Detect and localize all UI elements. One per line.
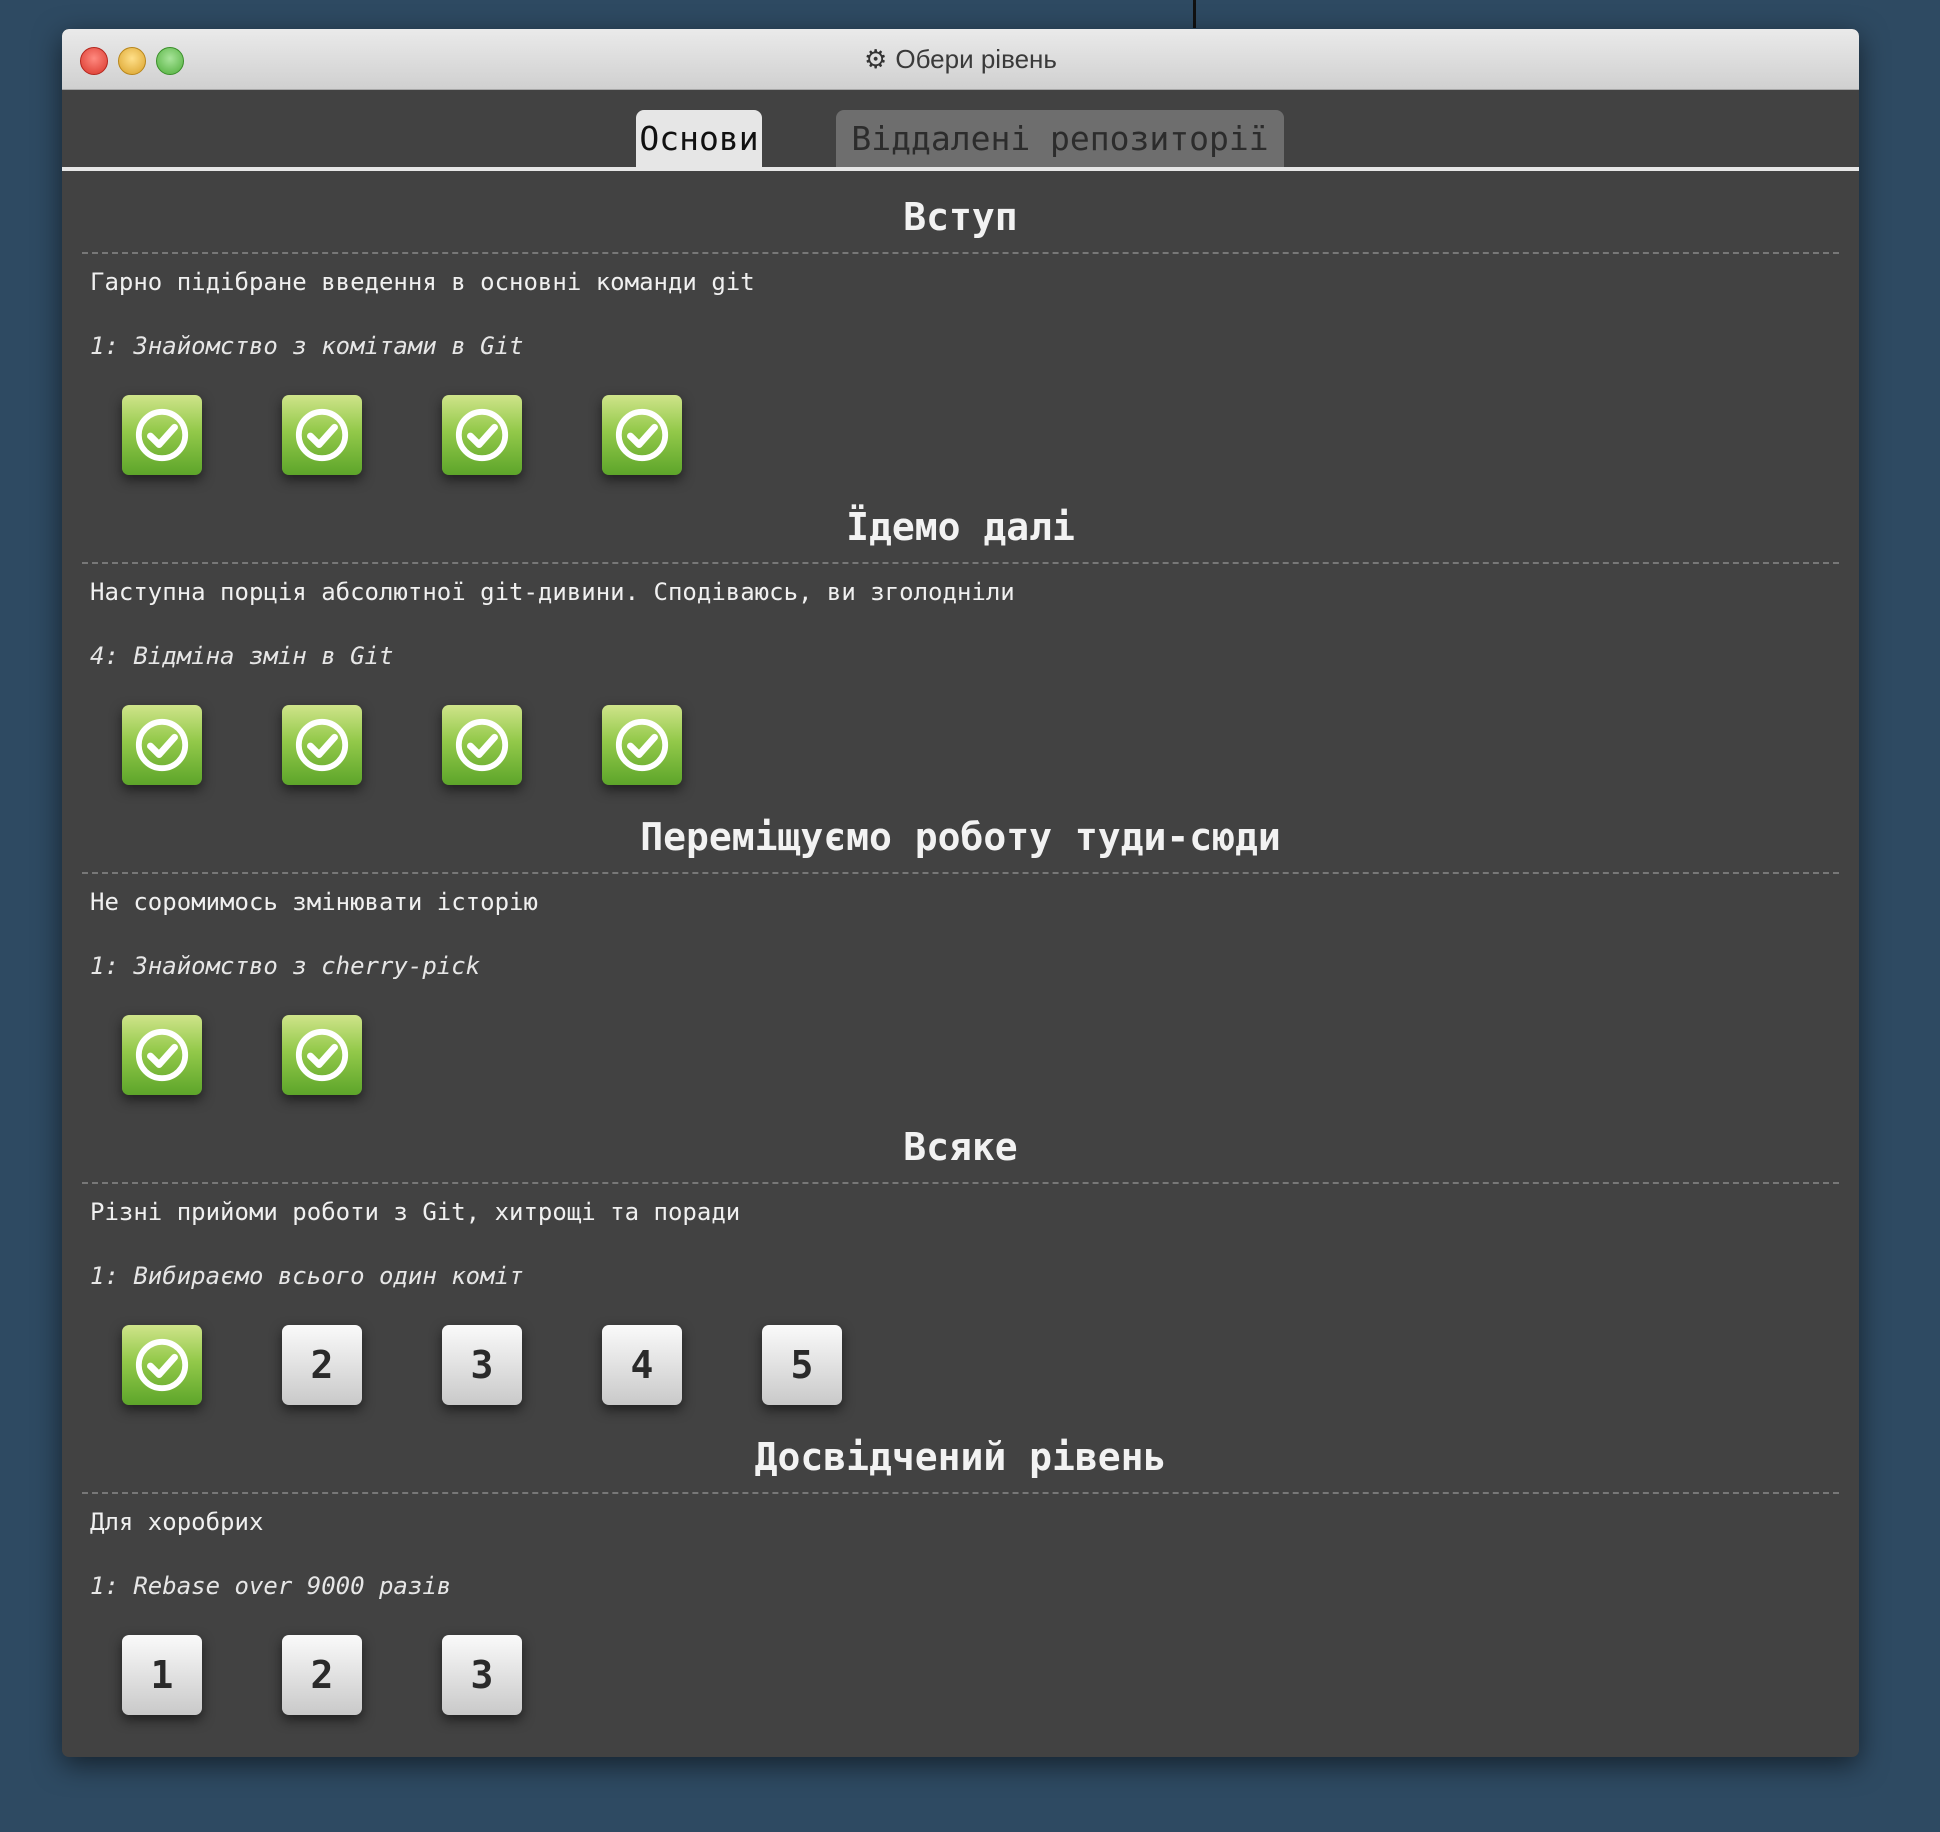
section-title: Переміщуємо роботу туди-сюди <box>640 815 1281 859</box>
level-button-completed[interactable] <box>122 705 202 785</box>
section-title: Їдемо далі <box>846 505 1075 549</box>
section-description: Наступна порція абсолютної git-дивини. С… <box>90 578 1015 606</box>
window-title: Обери рівень <box>895 43 1057 74</box>
level-section: Переміщуємо роботу туди-сюди Не соромимос… <box>82 791 1839 1101</box>
checkmark-icon <box>615 408 669 462</box>
level-button-completed[interactable] <box>282 1015 362 1095</box>
window-titlebar[interactable]: ⚙ Обери рівень <box>62 29 1859 90</box>
level-section: Вступ Гарно підібране введення в основні … <box>82 171 1839 481</box>
checkmark-icon <box>295 408 349 462</box>
checkmark-icon <box>135 1028 189 1082</box>
section-description: Для хоробрих <box>90 1508 264 1536</box>
level-button-completed[interactable] <box>122 1325 202 1405</box>
checkmark-icon <box>135 408 189 462</box>
checkmark-icon <box>455 718 509 772</box>
section-divider <box>82 562 1839 564</box>
level-button-completed[interactable] <box>282 395 362 475</box>
level-button[interactable]: 2 <box>282 1635 362 1715</box>
level-button[interactable]: 3 <box>442 1325 522 1405</box>
level-button-completed[interactable] <box>442 705 522 785</box>
current-level-label: 4: Відміна змін в Git <box>90 642 394 670</box>
section-description: Різні прийоми роботи з Git, хитрощі та п… <box>90 1198 741 1226</box>
section-description: Не соромимось змінювати історію <box>90 888 538 916</box>
level-button-completed[interactable] <box>442 395 522 475</box>
level-button[interactable]: 2 <box>282 1325 362 1405</box>
level-button-completed[interactable] <box>602 705 682 785</box>
section-divider <box>82 252 1839 254</box>
section-description: Гарно підібране введення в основні коман… <box>90 268 755 296</box>
level-select-window: ⚙ Обери рівень Основи Віддалені репозито… <box>62 29 1859 1757</box>
background-divider-line <box>1193 0 1196 28</box>
level-button[interactable]: 3 <box>442 1635 522 1715</box>
section-title: Вступ <box>903 195 1018 239</box>
section-divider <box>82 872 1839 874</box>
checkmark-icon <box>295 718 349 772</box>
window-title-group: ⚙ Обери рівень <box>62 29 1859 89</box>
checkmark-icon <box>135 1338 189 1392</box>
section-divider <box>82 1182 1839 1184</box>
level-section: Всяке Різні прийоми роботи з Git, хитрощі… <box>82 1101 1839 1411</box>
checkmark-icon <box>295 1028 349 1082</box>
level-button[interactable]: 4 <box>602 1325 682 1405</box>
tab-bar: Основи Віддалені репозиторії <box>62 90 1859 171</box>
checkmark-icon <box>615 718 669 772</box>
level-button-completed[interactable] <box>282 705 362 785</box>
current-level-label: 1: Знайомство з комітами в Git <box>90 332 524 360</box>
level-button-completed[interactable] <box>122 395 202 475</box>
current-level-label: 1: Вибираємо всього один коміт <box>90 1262 524 1290</box>
checkmark-icon <box>135 718 189 772</box>
tab-remote-repositories[interactable]: Віддалені репозиторії <box>836 110 1284 167</box>
current-level-label: 1: Rebase over 9000 разів <box>90 1572 452 1600</box>
gear-icon: ⚙ <box>864 43 888 74</box>
level-sections: Вступ Гарно підібране введення в основні … <box>62 171 1859 1721</box>
section-title: Всяке <box>903 1125 1018 1169</box>
section-title: Досвідчений рівень <box>754 1435 1167 1479</box>
current-level-label: 1: Знайомство з cherry-pick <box>90 952 481 980</box>
section-divider <box>82 1492 1839 1494</box>
checkmark-icon <box>455 408 509 462</box>
level-button[interactable]: 1 <box>122 1635 202 1715</box>
level-section: Їдемо далі Наступна порція абсолютної git… <box>82 481 1839 791</box>
level-button-completed[interactable] <box>122 1015 202 1095</box>
level-button-completed[interactable] <box>602 395 682 475</box>
tab-basics[interactable]: Основи <box>636 110 762 167</box>
level-button[interactable]: 5 <box>762 1325 842 1405</box>
level-section: Досвідчений рівень Для хоробрих 1: Rebase … <box>82 1411 1839 1721</box>
